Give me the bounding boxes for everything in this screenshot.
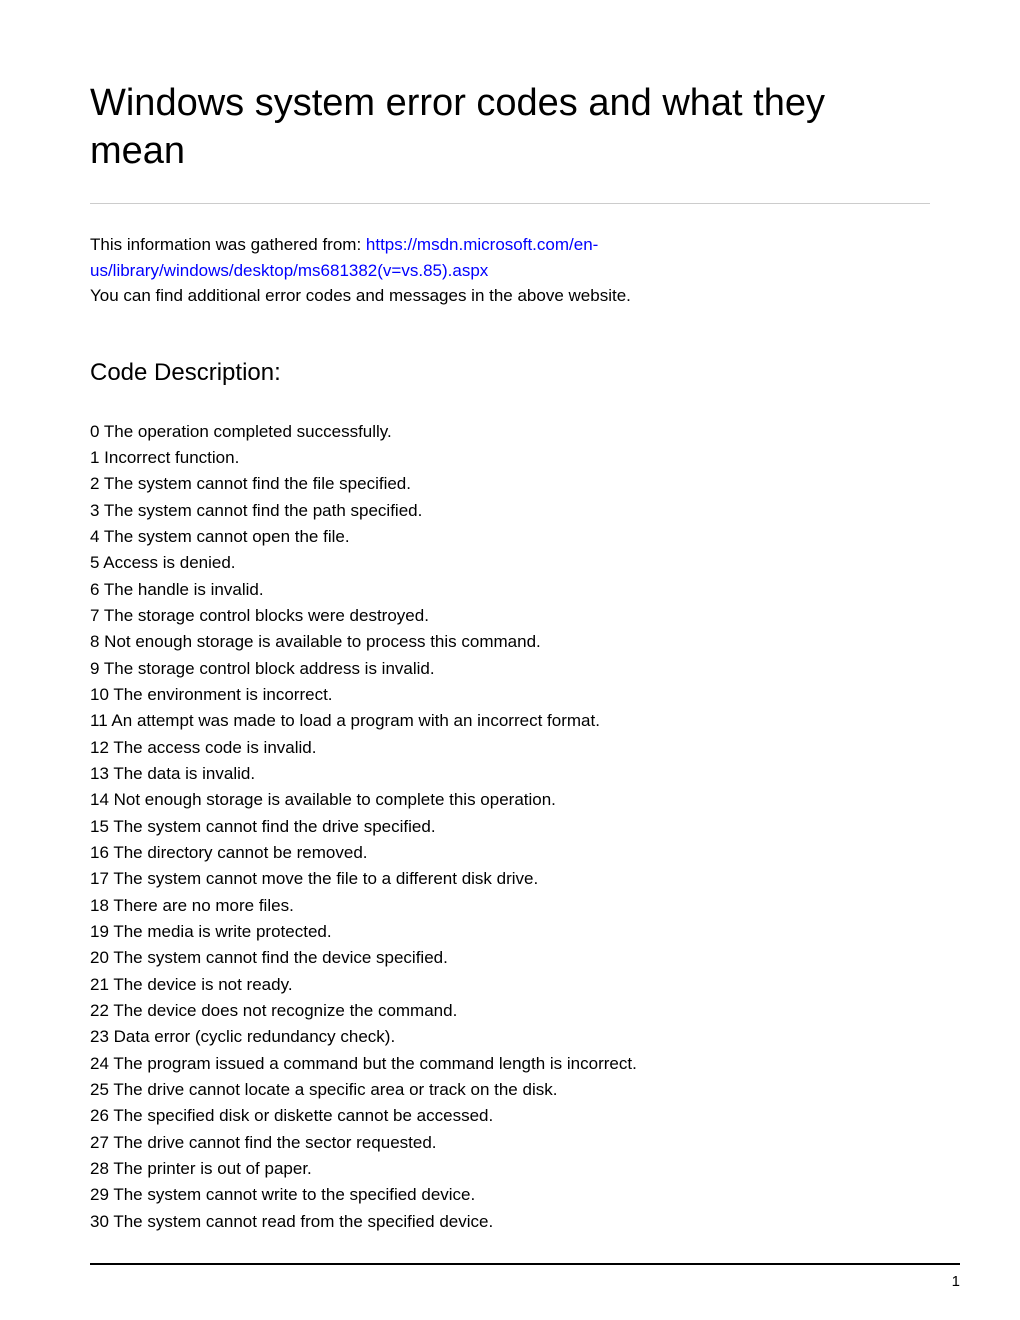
code-row: 28 The printer is out of paper. [90,1156,930,1182]
code-row: 17 The system cannot move the file to a … [90,866,930,892]
code-row: 4 The system cannot open the file. [90,524,930,550]
code-row: 21 The device is not ready. [90,972,930,998]
section-heading: Code Description: [90,359,930,387]
code-row: 0 The operation completed successfully. [90,419,930,445]
code-row: 2 The system cannot find the file specif… [90,471,930,497]
code-row: 25 The drive cannot locate a specific ar… [90,1077,930,1103]
code-list: 0 The operation completed successfully.1… [90,419,930,1236]
code-row: 19 The media is write protected. [90,919,930,945]
code-row: 9 The storage control block address is i… [90,656,930,682]
code-row: 6 The handle is invalid. [90,577,930,603]
intro-suffix: You can find additional error codes and … [90,286,631,305]
code-row: 26 The specified disk or diskette cannot… [90,1103,930,1129]
code-row: 23 Data error (cyclic redundancy check). [90,1024,930,1050]
code-row: 15 The system cannot find the drive spec… [90,814,930,840]
code-row: 11 An attempt was made to load a program… [90,708,930,734]
code-row: 27 The drive cannot find the sector requ… [90,1130,930,1156]
intro-prefix: This information was gathered from: [90,235,366,254]
title-separator [90,203,930,204]
code-row: 16 The directory cannot be removed. [90,840,930,866]
code-row: 8 Not enough storage is available to pro… [90,629,930,655]
page-number: 1 [952,1273,960,1290]
code-row: 13 The data is invalid. [90,761,930,787]
code-row: 12 The access code is invalid. [90,735,930,761]
code-row: 1 Incorrect function. [90,445,930,471]
code-row: 30 The system cannot read from the speci… [90,1209,930,1235]
code-row: 5 Access is denied. [90,550,930,576]
code-row: 22 The device does not recognize the com… [90,998,930,1024]
code-row: 24 The program issued a command but the … [90,1051,930,1077]
code-row: 20 The system cannot find the device spe… [90,945,930,971]
page-title: Windows system error codes and what they… [90,80,930,175]
footer-rule [90,1263,960,1265]
code-row: 29 The system cannot write to the specif… [90,1182,930,1208]
code-row: 10 The environment is incorrect. [90,682,930,708]
code-row: 3 The system cannot find the path specif… [90,498,930,524]
code-row: 7 The storage control blocks were destro… [90,603,930,629]
code-row: 18 There are no more files. [90,893,930,919]
intro-paragraph: This information was gathered from: http… [90,232,930,309]
code-row: 14 Not enough storage is available to co… [90,787,930,813]
